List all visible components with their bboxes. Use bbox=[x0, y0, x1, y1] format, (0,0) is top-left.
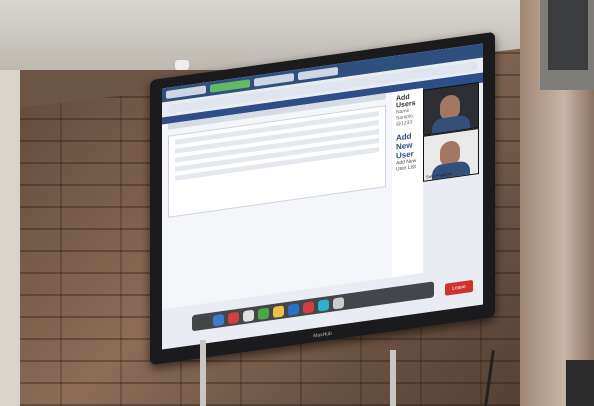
panel-subheading: Add New User List bbox=[396, 157, 417, 173]
room-scene: Add Users Name Sample, @1233 Add New Use… bbox=[0, 0, 594, 406]
dock-app-icon[interactable] bbox=[213, 313, 224, 326]
wall-display: Add Users Name Sample, @1233 Add New Use… bbox=[150, 31, 495, 366]
video-tile-2: Sahil Prajapati bbox=[423, 128, 479, 182]
mount-pole-left bbox=[200, 340, 206, 406]
mount-pole-right bbox=[390, 350, 396, 406]
panel-subtitle: Name Sample, @1233 bbox=[396, 107, 415, 128]
dock-app-icon[interactable] bbox=[303, 300, 314, 314]
corner-object bbox=[566, 360, 594, 406]
browser-tab[interactable] bbox=[254, 73, 294, 87]
dock-app-icon[interactable] bbox=[273, 304, 284, 318]
web-app-main bbox=[162, 92, 392, 310]
dock-app-icon[interactable] bbox=[258, 307, 269, 320]
dock-app-icon[interactable] bbox=[228, 311, 239, 324]
dock-app-icon[interactable] bbox=[318, 298, 329, 312]
dock-app-icon[interactable] bbox=[288, 302, 299, 316]
browser-tab-active[interactable] bbox=[210, 79, 250, 93]
left-wall bbox=[0, 70, 20, 406]
dock-app-icon[interactable] bbox=[198, 315, 209, 328]
dock-app-icon[interactable] bbox=[243, 309, 254, 322]
panel-heading: Add New User bbox=[396, 131, 414, 161]
ceiling-camera-icon bbox=[175, 60, 189, 70]
wall-cabinet bbox=[540, 0, 594, 90]
display-screen: Add Users Name Sample, @1233 Add New Use… bbox=[162, 43, 483, 350]
add-users-panel: Add Users Name Sample, @1233 Add New Use… bbox=[392, 87, 423, 278]
leave-button[interactable]: Leave bbox=[445, 279, 473, 296]
browser-tab[interactable] bbox=[298, 66, 338, 81]
video-tile-1 bbox=[423, 82, 479, 136]
dock-app-icon[interactable] bbox=[333, 296, 344, 310]
browser-tab[interactable] bbox=[166, 85, 206, 99]
